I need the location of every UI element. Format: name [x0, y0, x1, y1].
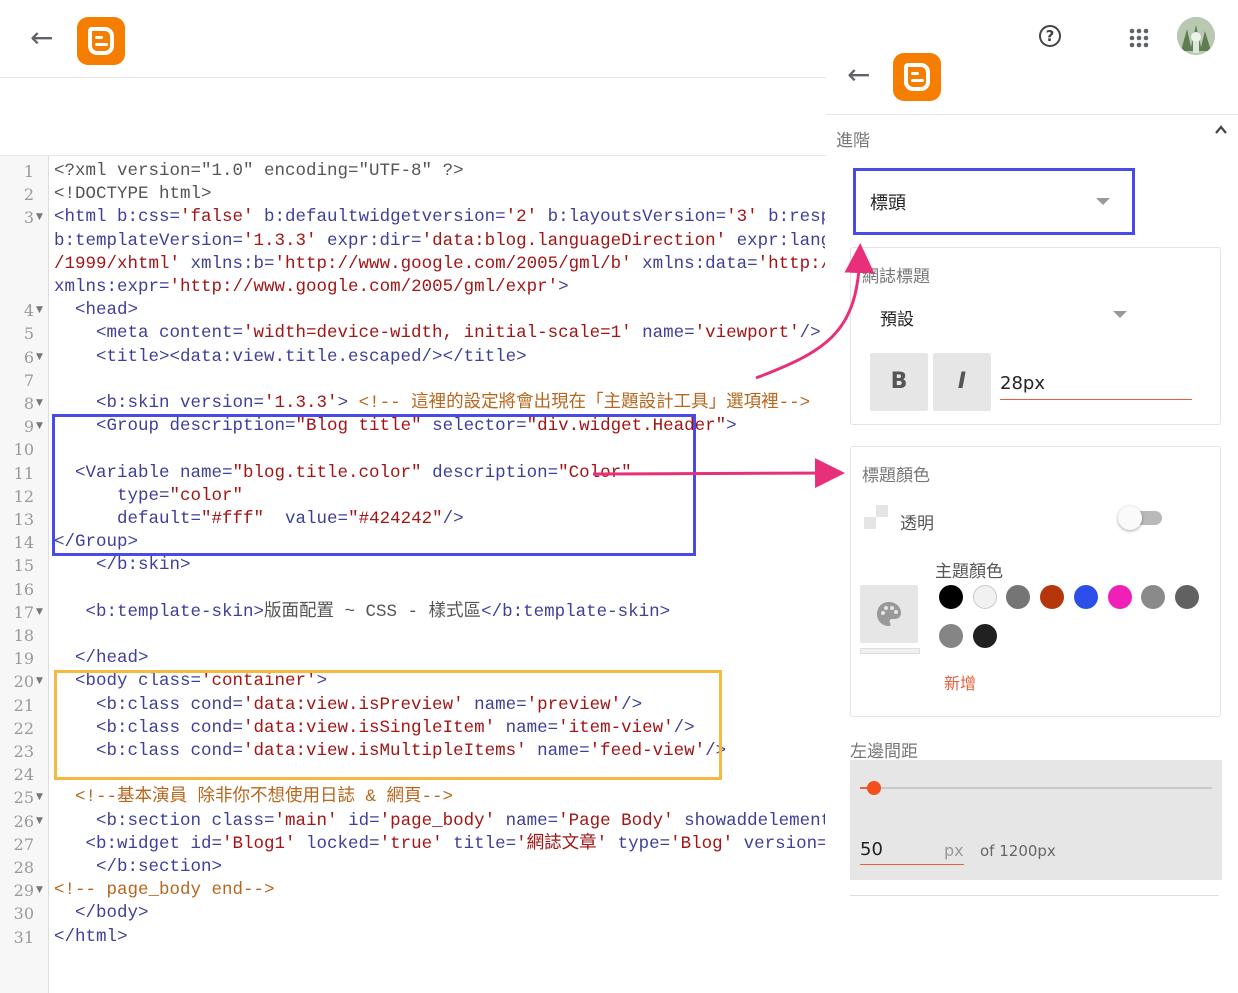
arrow-to-select	[755, 243, 875, 380]
annotation-arrows	[592, 243, 875, 489]
arrow-to-title-color	[592, 458, 845, 489]
